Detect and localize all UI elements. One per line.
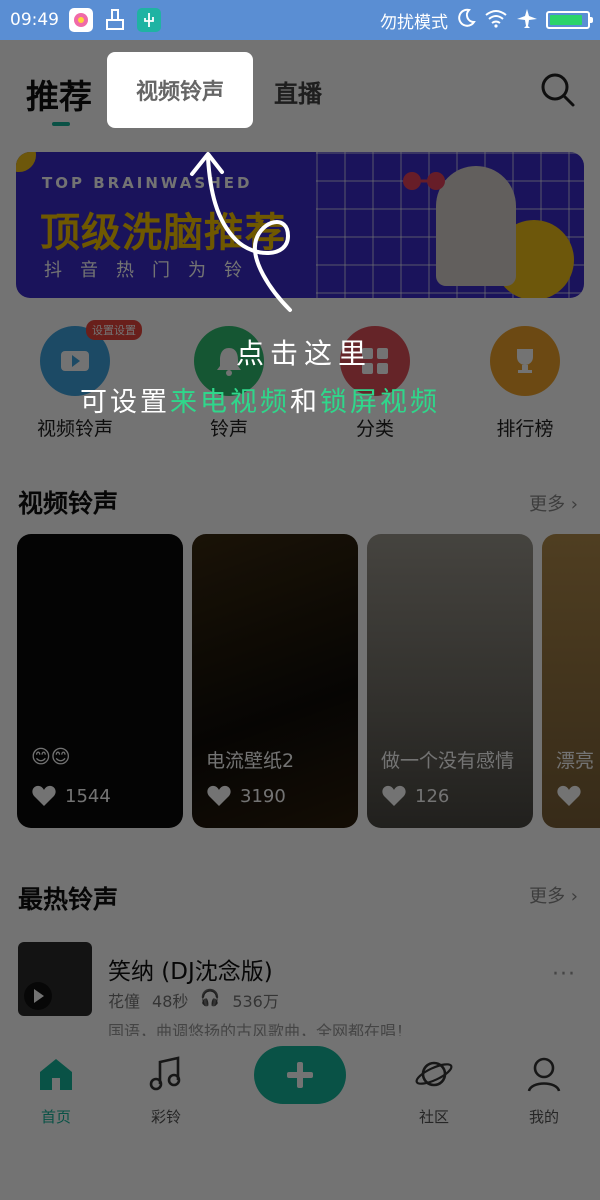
heart-icon	[207, 785, 231, 806]
video-title: 电流壁纸2	[206, 750, 295, 772]
like-count: 126	[381, 784, 449, 808]
song-artist: 花僮	[108, 992, 141, 1011]
nav-label: 彩铃	[150, 1108, 181, 1126]
video-card[interactable]: 漂亮	[542, 534, 600, 828]
airplane-icon	[516, 7, 538, 34]
usb-icon	[137, 8, 161, 32]
video-title: 😊😊	[31, 746, 71, 768]
song-plays: 536万	[232, 992, 279, 1011]
dnd-label: 勿扰模式	[380, 12, 448, 33]
heart-icon	[32, 785, 56, 806]
music-note-icon	[149, 1056, 181, 1091]
like-count: 3190	[206, 784, 286, 808]
guide-text-lock-video: 锁屏视频	[320, 387, 440, 418]
song-title[interactable]: 笑纳 (DJ沈念版)	[108, 952, 273, 986]
section-title-hot: 最热铃声	[18, 885, 119, 914]
decor-dot	[16, 152, 36, 172]
active-tab-indicator	[52, 122, 70, 126]
nav-label: 社区	[418, 1108, 449, 1126]
video-title: 漂亮	[556, 750, 595, 772]
person-icon	[527, 1057, 561, 1092]
cleaner-icon	[103, 8, 127, 32]
guide-text-tap-here: 点击这里	[236, 337, 373, 370]
category-ranking[interactable]: 排行榜	[470, 326, 580, 441]
top-tab-bar: 推荐 视频铃声 直播	[0, 40, 600, 140]
status-bar: 09:49 勿扰模式	[0, 0, 600, 40]
nav-label: 首页	[40, 1108, 71, 1126]
song-meta: 花僮 48秒 🎧 536万	[108, 988, 279, 1012]
nav-home[interactable]: 首页	[16, 1054, 96, 1127]
add-button[interactable]	[254, 1046, 346, 1104]
section-title-video: 视频铃声	[18, 489, 119, 518]
category-badge: 设置设置	[86, 320, 142, 340]
like-number: 1544	[65, 785, 111, 807]
glasses-icon	[403, 172, 445, 190]
nav-mine[interactable]: 我的	[504, 1054, 584, 1127]
like-count	[556, 784, 582, 808]
heart-icon	[557, 785, 581, 806]
guide-text-can-set: 可设置	[80, 387, 170, 418]
like-count: 1544	[31, 784, 111, 808]
like-number: 3190	[240, 785, 286, 807]
wifi-icon	[484, 8, 508, 33]
search-icon[interactable]	[538, 70, 578, 110]
video-card[interactable]: 做一个没有感情 126	[367, 534, 533, 828]
tab-recommend[interactable]: 推荐	[26, 70, 92, 118]
plus-icon	[287, 1062, 313, 1088]
app-notification-icon	[69, 8, 93, 32]
guide-text-call-video: 来电视频	[170, 387, 290, 418]
play-circle-icon	[24, 982, 52, 1010]
video-title: 做一个没有感情	[381, 750, 515, 772]
video-card[interactable]: 😊😊 1544	[17, 534, 183, 828]
nav-label: 我的	[528, 1108, 559, 1126]
like-number: 126	[415, 785, 450, 807]
status-time: 09:49	[10, 10, 59, 30]
tab-video-ringtone[interactable]: 视频铃声	[107, 52, 253, 128]
more-video-link[interactable]: 更多 ›	[529, 490, 578, 516]
more-hot-link[interactable]: 更多 ›	[529, 882, 578, 908]
nav-community[interactable]: 社区	[394, 1054, 474, 1127]
bottom-nav: 首页 彩铃 社区 我的	[0, 1036, 600, 1200]
category-label: 排行榜	[496, 418, 554, 440]
tab-live[interactable]: 直播	[274, 74, 322, 109]
home-icon	[40, 1059, 72, 1090]
battery-icon	[546, 11, 593, 29]
trophy-icon	[490, 326, 560, 396]
guide-text-and: 和	[290, 387, 320, 418]
guide-arrow-icon	[190, 152, 292, 312]
more-options-icon[interactable]: ···	[552, 962, 576, 987]
guide-text-description: 可设置来电视频和锁屏视频	[80, 380, 440, 419]
song-duration: 48秒	[152, 992, 189, 1011]
nav-color-ring[interactable]: 彩铃	[126, 1054, 206, 1127]
heart-icon	[382, 785, 406, 806]
song-cover[interactable]	[18, 942, 92, 1016]
planet-icon	[415, 1061, 453, 1087]
video-card[interactable]: 电流壁纸2 3190	[192, 534, 358, 828]
statue-image	[436, 166, 516, 286]
headphone-icon: 🎧	[200, 988, 221, 1007]
moon-icon	[456, 8, 476, 33]
